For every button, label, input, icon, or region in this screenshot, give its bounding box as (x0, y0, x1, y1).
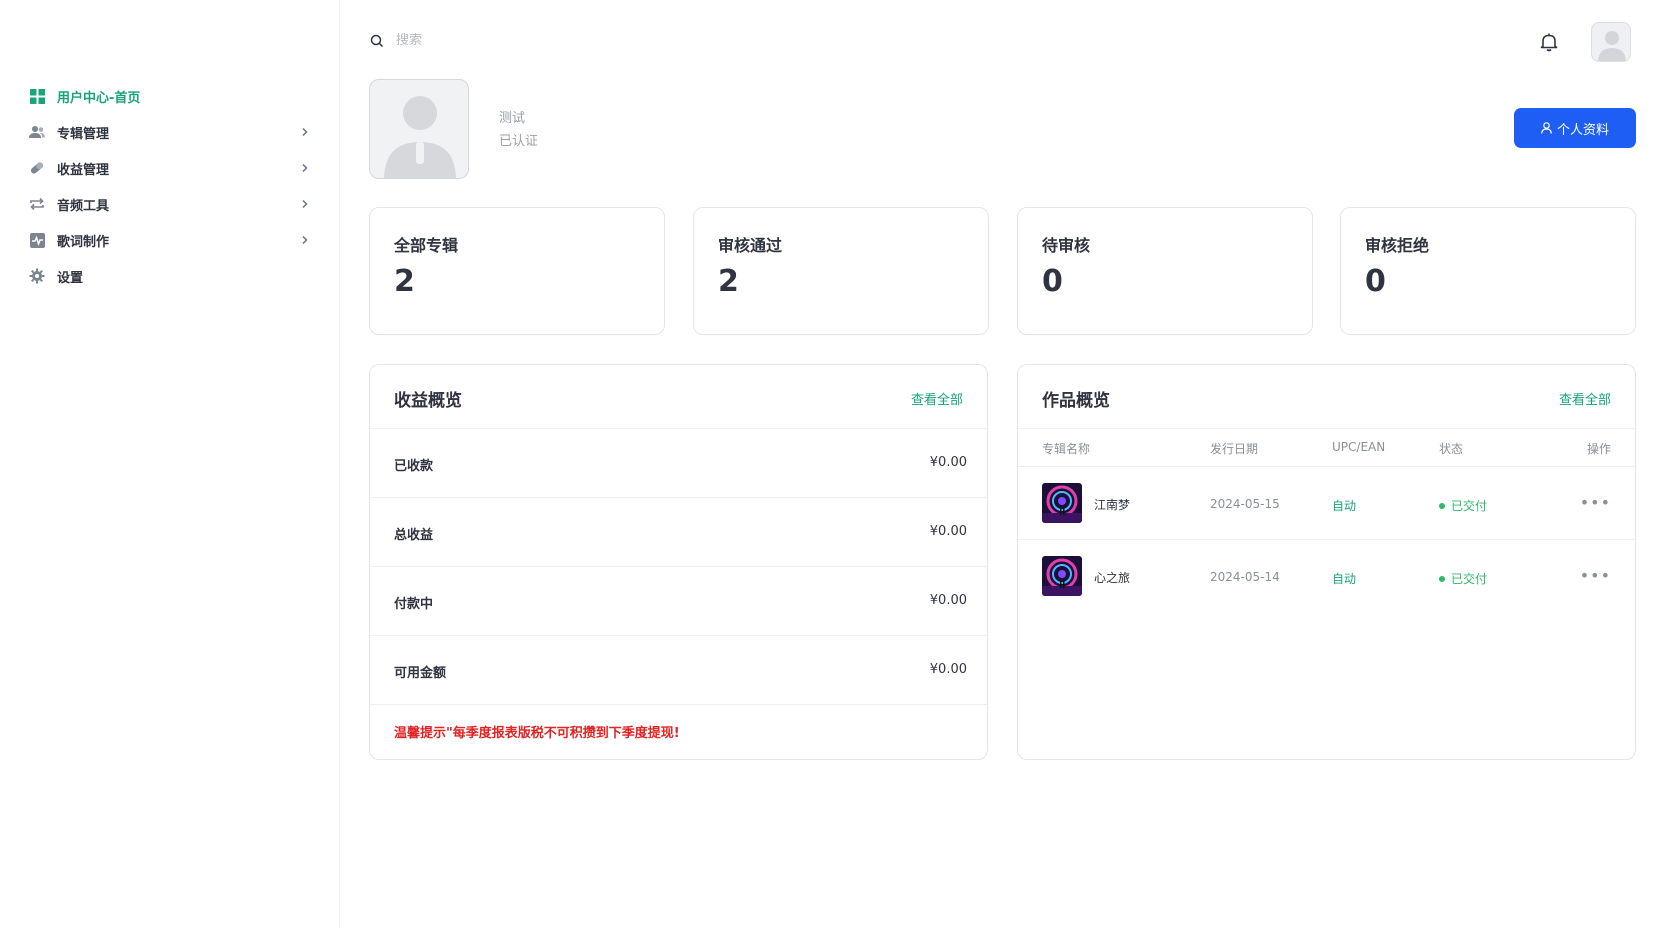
main-content: 测试 已认证 个人资料 全部专辑 2 审核通过 2 待审核 0 审核拒绝 0 收… (340, 0, 1665, 928)
status-dot-icon (1439, 502, 1445, 509)
repeat-arrows-icon (29, 196, 45, 212)
income-row: 总收益 ¥0.00 (370, 498, 987, 567)
dashboard-grid-icon (29, 88, 45, 104)
sidebar-item-audio-tools[interactable]: 音频工具 (0, 186, 340, 222)
search-input[interactable] (396, 33, 596, 48)
sidebar-nav: 用户中心-首页 专辑管理 收益管理 音频工具 歌词制作 设置 (0, 78, 340, 294)
stat-card-all-albums: 全部专辑 2 (369, 207, 665, 335)
stat-title: 待审核 (1042, 236, 1091, 255)
chevron-right-icon (302, 163, 308, 173)
album-name: 江南梦 (1094, 498, 1131, 512)
bell-icon[interactable] (1538, 31, 1560, 53)
income-label: 总收益 (394, 528, 434, 543)
column-header: 状态 (1439, 442, 1464, 456)
status-dot-icon (1439, 575, 1445, 582)
stat-value: 2 (718, 264, 739, 299)
status-text: 已交付 (1451, 499, 1488, 513)
profile-avatar (369, 79, 469, 179)
user-icon (1541, 122, 1552, 134)
stat-value: 0 (1042, 264, 1063, 299)
album-cover (1042, 483, 1082, 523)
table-row[interactable]: 心之旅 2024-05-14 自动 已交付 ••• (1018, 540, 1635, 613)
more-actions-icon[interactable]: ••• (1580, 493, 1611, 512)
stat-title: 审核拒绝 (1365, 236, 1430, 255)
sidebar-item-label: 音频工具 (57, 198, 110, 214)
stat-value: 0 (1365, 264, 1386, 299)
pulse-icon (29, 232, 45, 248)
income-value: ¥0.00 (929, 455, 967, 470)
stat-title: 全部专辑 (394, 236, 459, 255)
column-header: UPC/EAN (1332, 440, 1386, 454)
works-overview-panel: 作品概览 查看全部 专辑名称 发行日期 UPC/EAN 状态 操作 江南梦 20… (1017, 364, 1636, 760)
panel-header: 收益概览 查看全部 (370, 365, 987, 429)
stat-card-rejected: 审核拒绝 0 (1340, 207, 1636, 335)
income-label: 已收款 (394, 459, 434, 474)
income-label: 付款中 (394, 597, 434, 612)
upc-value: 自动 (1332, 572, 1357, 586)
status-badge: 已交付 (1439, 497, 1487, 514)
stat-title: 审核通过 (718, 236, 783, 255)
profile-button[interactable]: 个人资料 (1514, 108, 1636, 148)
sidebar-item-lyrics[interactable]: 歌词制作 (0, 222, 340, 258)
search-icon (370, 34, 384, 47)
album-cover (1042, 556, 1082, 596)
sidebar: 用户中心-首页 专辑管理 收益管理 音频工具 歌词制作 设置 (0, 0, 340, 928)
income-row: 可用金额 ¥0.00 (370, 636, 987, 705)
status-text: 已交付 (1451, 572, 1488, 586)
column-header: 专辑名称 (1042, 442, 1091, 456)
search-box (370, 33, 596, 48)
gear-icon (29, 268, 45, 284)
sidebar-item-label: 设置 (57, 270, 84, 286)
table-row[interactable]: 江南梦 2024-05-15 自动 已交付 ••• (1018, 467, 1635, 540)
chevron-right-icon (302, 127, 308, 137)
profile-verified-status: 已认证 (499, 134, 539, 149)
income-value: ¥0.00 (929, 593, 967, 608)
sidebar-item-settings[interactable]: 设置 (0, 258, 340, 294)
income-overview-panel: 收益概览 查看全部 已收款 ¥0.00 总收益 ¥0.00 付款中 ¥0.00 … (369, 364, 988, 760)
sidebar-item-home[interactable]: 用户中心-首页 (0, 78, 340, 114)
chevron-right-icon (302, 235, 308, 245)
sidebar-item-label: 用户中心-首页 (57, 90, 141, 106)
column-header: 操作 (1586, 442, 1611, 456)
profile-name: 测试 (499, 111, 526, 126)
income-value: ¥0.00 (929, 524, 967, 539)
users-icon (29, 124, 45, 140)
income-row: 已收款 ¥0.00 (370, 429, 987, 498)
avatar-silhouette-icon (384, 96, 456, 178)
release-date: 2024-05-14 (1210, 570, 1280, 584)
panel-title: 收益概览 (394, 391, 462, 411)
warning-tip: 温馨提示"每季度报表版税不可积攒到下季度提现! (394, 726, 680, 741)
sidebar-item-label: 歌词制作 (57, 234, 110, 250)
view-all-link[interactable]: 查看全部 (1559, 389, 1611, 408)
topbar (340, 0, 1665, 80)
stat-card-pending: 待审核 0 (1017, 207, 1313, 335)
sidebar-item-albums[interactable]: 专辑管理 (0, 114, 340, 150)
user-avatar[interactable] (1591, 22, 1631, 62)
chevron-right-icon (302, 199, 308, 209)
sidebar-item-label: 收益管理 (57, 162, 110, 178)
income-label: 可用金额 (394, 666, 447, 681)
upc-value: 自动 (1332, 499, 1357, 513)
income-row: 付款中 ¥0.00 (370, 567, 987, 636)
sidebar-item-label: 专辑管理 (57, 126, 110, 142)
view-all-link[interactable]: 查看全部 (911, 389, 963, 408)
panel-title: 作品概览 (1042, 391, 1110, 411)
more-actions-icon[interactable]: ••• (1580, 566, 1611, 585)
album-name: 心之旅 (1094, 571, 1131, 585)
works-table-header: 专辑名称 发行日期 UPC/EAN 状态 操作 (1018, 429, 1635, 467)
status-badge: 已交付 (1439, 570, 1487, 587)
pill-icon (29, 160, 45, 176)
profile-button-label: 个人资料 (1556, 122, 1609, 138)
sidebar-item-income[interactable]: 收益管理 (0, 150, 340, 186)
panel-header: 作品概览 查看全部 (1018, 365, 1635, 429)
stat-value: 2 (394, 264, 415, 299)
income-value: ¥0.00 (929, 662, 967, 677)
release-date: 2024-05-15 (1210, 497, 1280, 511)
stat-card-approved: 审核通过 2 (693, 207, 989, 335)
avatar-silhouette-icon (1598, 31, 1626, 61)
column-header: 发行日期 (1210, 442, 1259, 456)
